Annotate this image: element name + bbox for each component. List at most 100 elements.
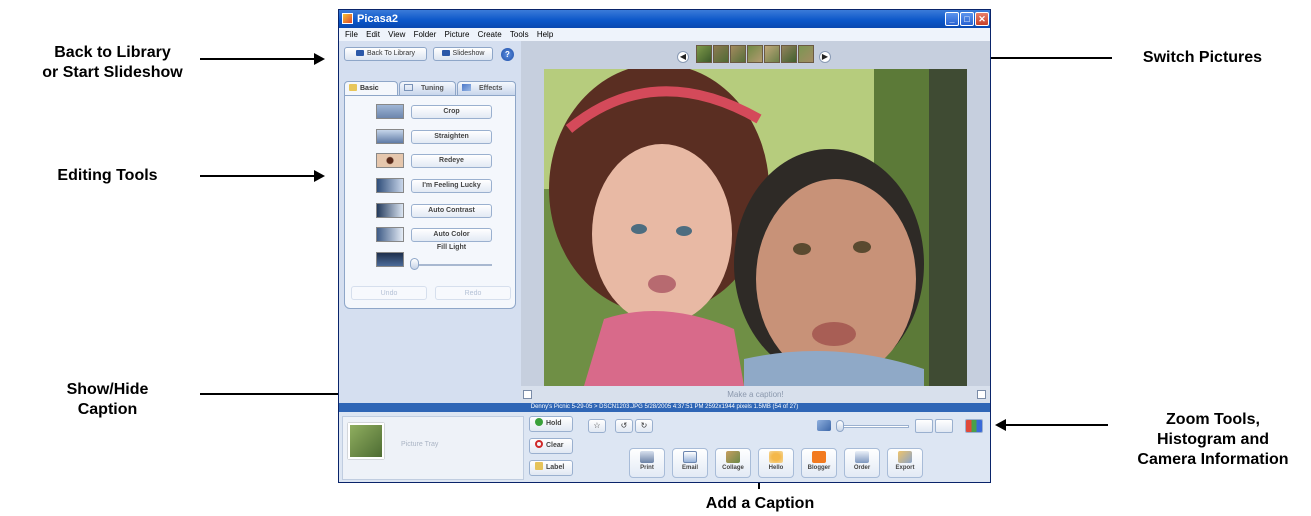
menu-file[interactable]: File bbox=[345, 30, 358, 39]
fill-light-track[interactable] bbox=[415, 264, 492, 266]
redeye-button[interactable]: Redeye bbox=[411, 154, 492, 168]
email-button[interactable]: Email bbox=[672, 448, 708, 478]
filmstrip-thumb[interactable] bbox=[713, 45, 729, 63]
zoom-slider[interactable] bbox=[836, 420, 844, 432]
zoom-slider-track[interactable] bbox=[839, 425, 909, 428]
caption-input[interactable]: Make a caption! bbox=[521, 386, 990, 403]
photo-viewer: ◀ ▶ Make a caption! bbox=[521, 41, 990, 403]
export-button[interactable]: Export bbox=[887, 448, 923, 478]
arrow-back-slideshow bbox=[200, 53, 325, 65]
menu-help[interactable]: Help bbox=[537, 30, 553, 39]
callout-zoom-line1: Zoom Tools, bbox=[1166, 411, 1260, 428]
back-to-library-button[interactable]: Back To Library bbox=[344, 47, 427, 61]
hello-button[interactable]: Hello bbox=[758, 448, 794, 478]
auto-color-thumbnail bbox=[376, 227, 404, 242]
print-button[interactable]: Print bbox=[629, 448, 665, 478]
star-button[interactable]: ☆ bbox=[588, 419, 606, 433]
callout-editing-tools: Editing Tools bbox=[57, 167, 158, 184]
hello-label: Hello bbox=[768, 465, 784, 471]
filmstrip-thumb[interactable] bbox=[747, 45, 763, 63]
menu-folder[interactable]: Folder bbox=[414, 30, 437, 39]
menu-create[interactable]: Create bbox=[478, 30, 502, 39]
tab-basic-fixes[interactable]: Basic Fixes bbox=[344, 81, 398, 105]
slideshow-label: Slideshow bbox=[452, 50, 485, 57]
clear-label: Clear bbox=[546, 442, 564, 449]
slideshow-icon bbox=[441, 50, 450, 56]
auto-contrast-button[interactable]: Auto Contrast bbox=[411, 204, 492, 218]
filmstrip-thumb[interactable] bbox=[730, 45, 746, 63]
clear-button[interactable]: Clear bbox=[529, 438, 573, 454]
filmstrip-thumb[interactable] bbox=[696, 45, 712, 63]
close-button[interactable]: ✕ bbox=[975, 12, 989, 26]
blogger-button[interactable]: Blogger bbox=[801, 448, 837, 478]
edit-panel: Back To Library Slideshow ? Basic Fixes … bbox=[339, 41, 521, 403]
window-title: Picasa2 bbox=[357, 13, 398, 25]
collage-label: Collage bbox=[722, 465, 744, 471]
tab-effects[interactable]: Effects bbox=[457, 81, 516, 95]
order-button[interactable]: Order bbox=[844, 448, 880, 478]
tab-tuning[interactable]: Tuning bbox=[399, 81, 456, 95]
zoom-icon bbox=[817, 420, 831, 431]
undo-button[interactable]: Undo bbox=[351, 286, 427, 300]
auto-contrast-thumbnail bbox=[376, 203, 404, 218]
caption-bar: Make a caption! bbox=[521, 386, 990, 403]
menu-edit[interactable]: Edit bbox=[366, 30, 380, 39]
tray-thumbnail[interactable] bbox=[348, 423, 384, 459]
next-picture-button[interactable]: ▶ bbox=[819, 51, 831, 63]
photo-illustration bbox=[544, 69, 967, 386]
menu-picture[interactable]: Picture bbox=[445, 30, 470, 39]
back-to-library-label: Back To Library bbox=[366, 50, 416, 57]
callout-back-slideshow-line2: or Start Slideshow bbox=[42, 64, 183, 81]
hold-icon bbox=[535, 418, 543, 426]
feeling-lucky-button[interactable]: I'm Feeling Lucky bbox=[411, 179, 492, 193]
redo-button[interactable]: Redo bbox=[435, 286, 511, 300]
straighten-button[interactable]: Straighten bbox=[411, 130, 492, 144]
callout-show-hide-line1: Show/Hide bbox=[66, 381, 149, 398]
maximize-button[interactable]: □ bbox=[960, 12, 974, 26]
fill-light-slider[interactable] bbox=[410, 258, 419, 270]
hold-label: Hold bbox=[546, 420, 562, 427]
crop-button[interactable]: Crop bbox=[411, 105, 492, 119]
callout-show-hide-line2: Caption bbox=[77, 401, 138, 418]
fill-light-thumbnail bbox=[376, 252, 404, 267]
crop-thumbnail bbox=[376, 104, 404, 119]
caption-options-button[interactable] bbox=[977, 390, 986, 399]
menu-bar: File Edit View Folder Picture Create Too… bbox=[339, 28, 990, 41]
histogram-camera-info-button[interactable] bbox=[965, 419, 983, 433]
rotate-left-button[interactable]: ↺ bbox=[615, 419, 633, 433]
tab-effects-label: Effects bbox=[479, 85, 503, 92]
menu-tools[interactable]: Tools bbox=[510, 30, 529, 39]
fill-light-label: Fill Light bbox=[436, 244, 467, 251]
email-label: Email bbox=[681, 465, 698, 471]
slideshow-button[interactable]: Slideshow bbox=[433, 47, 493, 61]
minimize-button[interactable]: _ bbox=[945, 12, 959, 26]
order-label: Order bbox=[853, 465, 871, 471]
fit-view-button[interactable] bbox=[915, 419, 933, 433]
actual-size-button[interactable] bbox=[935, 419, 953, 433]
rotate-right-button[interactable]: ↻ bbox=[635, 419, 653, 433]
collage-button[interactable]: Collage bbox=[715, 448, 751, 478]
previous-picture-button[interactable]: ◀ bbox=[677, 51, 689, 63]
feeling-lucky-thumbnail bbox=[376, 178, 404, 193]
hello-icon bbox=[769, 451, 783, 463]
callout-zoom-tools: Zoom Tools, Histogram and Camera Informa… bbox=[1115, 410, 1311, 470]
printer-icon bbox=[640, 451, 654, 463]
effects-icon bbox=[462, 84, 471, 91]
email-icon bbox=[683, 451, 697, 463]
back-arrow-icon bbox=[355, 50, 364, 56]
app-icon bbox=[342, 13, 353, 24]
callout-zoom-line2: Histogram and bbox=[1156, 431, 1269, 448]
tuning-icon bbox=[404, 84, 413, 91]
menu-view[interactable]: View bbox=[388, 30, 405, 39]
main-photo bbox=[544, 69, 967, 386]
hold-button[interactable]: Hold bbox=[529, 416, 573, 432]
filmstrip-thumb[interactable] bbox=[764, 45, 780, 63]
print-label: Print bbox=[640, 465, 654, 471]
filmstrip-thumb[interactable] bbox=[781, 45, 797, 63]
collage-icon bbox=[726, 451, 740, 463]
filmstrip-thumb[interactable] bbox=[798, 45, 814, 63]
auto-color-button[interactable]: Auto Color bbox=[411, 228, 492, 242]
picasa-window: Picasa2 _ □ ✕ File Edit View Folder Pict… bbox=[338, 9, 991, 483]
help-button[interactable]: ? bbox=[501, 48, 514, 61]
label-button[interactable]: Label bbox=[529, 460, 573, 476]
